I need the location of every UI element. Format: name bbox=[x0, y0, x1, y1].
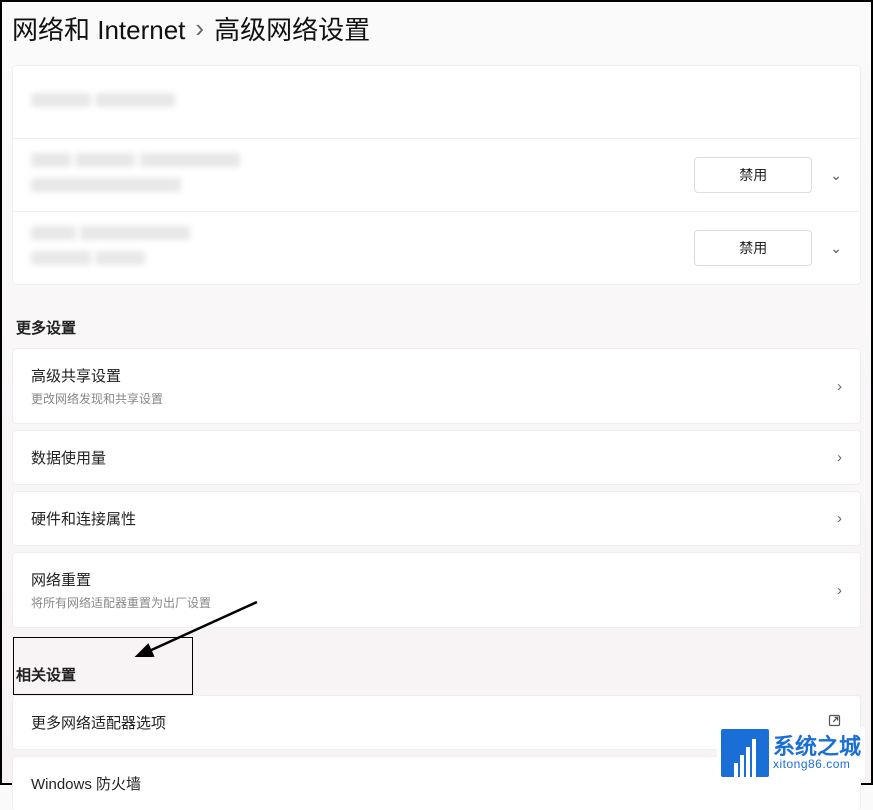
chevron-right-icon: › bbox=[837, 582, 842, 599]
section-heading-related: 相关设置 bbox=[2, 654, 871, 695]
adapter-info bbox=[31, 153, 694, 197]
settings-item-hardware-properties[interactable]: 硬件和连接属性 › bbox=[12, 491, 861, 546]
card-title: 更多网络适配器选项 bbox=[31, 712, 827, 733]
disable-button[interactable]: 禁用 bbox=[694, 230, 812, 266]
card-subtitle: 将所有网络适配器重置为出厂设置 bbox=[31, 594, 837, 611]
breadcrumb: 网络和 Internet › 高级网络设置 bbox=[2, 2, 871, 65]
watermark-title: 系统之城 bbox=[773, 736, 861, 758]
settings-item-network-reset[interactable]: 网络重置 将所有网络适配器重置为出厂设置 › bbox=[12, 552, 861, 628]
watermark: 系统之城 xitong86.com bbox=[717, 727, 865, 779]
breadcrumb-current: 高级网络设置 bbox=[214, 10, 370, 47]
adapter-info bbox=[31, 226, 694, 270]
disable-button[interactable]: 禁用 bbox=[694, 157, 812, 193]
chevron-right-icon: › bbox=[837, 378, 842, 395]
card-title: 高级共享设置 bbox=[31, 365, 837, 386]
card-title: 硬件和连接属性 bbox=[31, 508, 837, 529]
card-title: 网络重置 bbox=[31, 569, 837, 590]
adapter-row[interactable]: ⌄ bbox=[13, 66, 860, 139]
chevron-right-icon: › bbox=[837, 510, 842, 527]
adapter-info bbox=[31, 80, 722, 124]
settings-item-advanced-sharing[interactable]: 高级共享设置 更改网络发现和共享设置 › bbox=[12, 348, 861, 424]
adapter-row[interactable]: 禁用 ⌄ bbox=[13, 139, 860, 212]
card-title: 数据使用量 bbox=[31, 447, 837, 468]
more-settings-list: 高级共享设置 更改网络发现和共享设置 › 数据使用量 › 硬件和连接属性 › 网… bbox=[12, 348, 861, 628]
settings-item-data-usage[interactable]: 数据使用量 › bbox=[12, 430, 861, 485]
watermark-logo-icon bbox=[721, 729, 769, 777]
card-subtitle: 更改网络发现和共享设置 bbox=[31, 390, 837, 407]
watermark-sub: xitong86.com bbox=[773, 758, 861, 770]
chevron-right-icon: › bbox=[837, 449, 842, 466]
adapter-row[interactable]: 禁用 ⌄ bbox=[13, 212, 860, 284]
chevron-down-icon[interactable]: ⌄ bbox=[830, 167, 842, 184]
section-heading-more: 更多设置 bbox=[2, 307, 871, 348]
breadcrumb-parent[interactable]: 网络和 Internet bbox=[12, 10, 185, 47]
chevron-right-icon: › bbox=[195, 13, 204, 44]
chevron-down-icon[interactable]: ⌄ bbox=[830, 240, 842, 257]
network-adapters-list: ⌄ 禁用 ⌄ 禁用 ⌄ bbox=[12, 65, 861, 285]
